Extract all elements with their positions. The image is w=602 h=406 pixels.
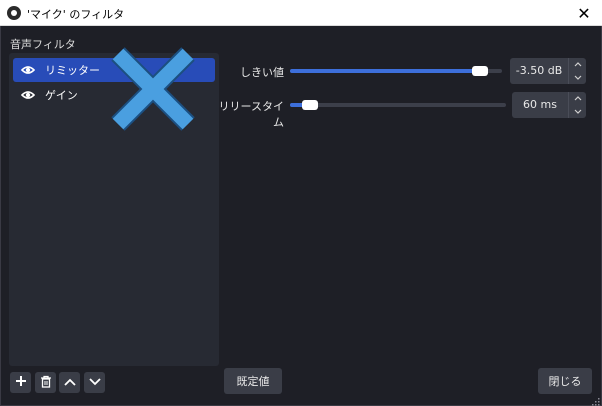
slider-fill (290, 69, 480, 73)
remove-filter-button[interactable] (35, 372, 56, 393)
chevron-down-icon[interactable] (569, 105, 587, 118)
slider-handle[interactable] (472, 66, 488, 76)
title-bar: 'マイク' のフィルタ ✕ (0, 0, 602, 26)
move-filter-up-button[interactable] (59, 372, 80, 393)
slider-handle[interactable] (302, 100, 318, 110)
trash-icon (40, 375, 52, 391)
spin-arrows (568, 58, 586, 84)
obs-logo-icon (7, 6, 21, 20)
move-filter-down-button[interactable] (84, 372, 105, 393)
release-time-value[interactable]: 60 ms (512, 92, 568, 118)
cross-mark-icon (110, 46, 196, 132)
chevron-down-icon[interactable] (569, 71, 587, 84)
eye-icon[interactable] (21, 90, 35, 100)
chevron-up-icon (63, 376, 76, 389)
defaults-button[interactable]: 既定値 (224, 368, 282, 394)
filter-item-label: ゲイン (45, 89, 78, 102)
chevron-up-icon[interactable] (569, 92, 587, 105)
threshold-label: しきい値 (240, 66, 284, 79)
release-time-slider[interactable] (290, 95, 506, 115)
eye-icon[interactable] (21, 65, 35, 75)
chevron-down-icon (88, 376, 101, 389)
threshold-spinbox[interactable]: -3.50 dB (510, 58, 586, 84)
close-button[interactable]: 閉じる (538, 368, 592, 394)
add-filter-button[interactable] (10, 372, 31, 393)
slider-track (290, 103, 506, 107)
window-title: 'マイク' のフィルタ (27, 8, 125, 21)
release-time-spinbox[interactable]: 60 ms (512, 92, 586, 118)
audio-filters-label: 音声フィルタ (10, 38, 76, 51)
release-time-label: リリースタイム (218, 100, 284, 129)
spin-arrows (568, 92, 586, 118)
filter-item-label: リミッター (45, 64, 100, 77)
threshold-slider[interactable] (290, 61, 502, 81)
plus-icon (15, 375, 27, 390)
threshold-value[interactable]: -3.50 dB (510, 58, 568, 84)
chevron-up-icon[interactable] (569, 58, 587, 71)
window-close-button[interactable]: ✕ (566, 0, 602, 26)
resize-grip-icon[interactable] (592, 396, 600, 406)
